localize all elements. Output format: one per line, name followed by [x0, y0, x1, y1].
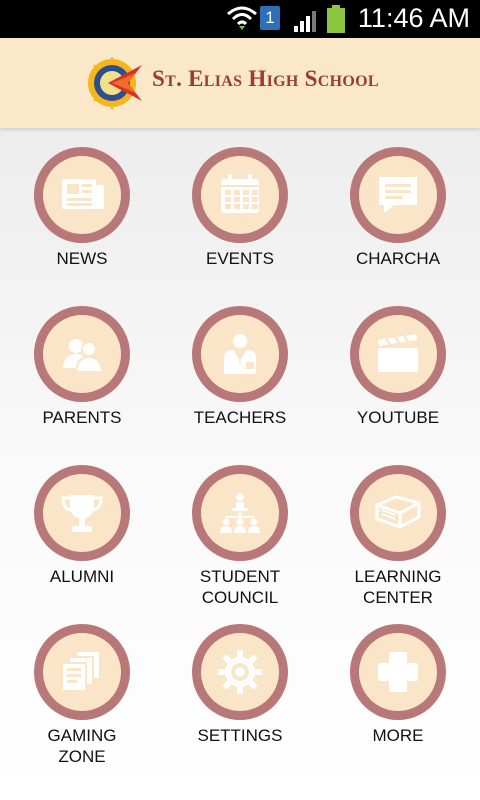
menu-tile-circle[interactable]	[350, 624, 446, 720]
menu-tile-circle[interactable]	[34, 624, 130, 720]
clock: 11:46 AM	[357, 3, 470, 33]
signal-icon	[294, 11, 316, 32]
menu-tile-circle[interactable]	[192, 465, 288, 561]
menu-tile-circle[interactable]	[192, 624, 288, 720]
menu-tile-circle[interactable]	[350, 147, 446, 243]
wifi-icon	[227, 6, 257, 30]
teacher-icon	[224, 334, 256, 374]
notification-count: 1	[265, 8, 275, 27]
menu-tile-circle-inner	[201, 156, 279, 234]
menu-tile-circle-inner	[201, 474, 279, 552]
menu-tile-label: SETTINGS	[197, 726, 283, 745]
chat-icon	[379, 177, 417, 213]
calendar-icon	[221, 174, 259, 213]
menu-tile-circle[interactable]	[350, 465, 446, 561]
menu-tile-circle-inner	[359, 474, 437, 552]
menu-tile-label: NEWS	[56, 249, 108, 268]
menu-tile-label: STUDENT COUNCIL	[199, 567, 281, 607]
menu-tile-circle[interactable]	[34, 306, 130, 402]
menu-tile-label: YOUTUBE	[356, 408, 440, 427]
menu-tile-circle-inner	[43, 474, 121, 552]
school-logo	[86, 55, 142, 111]
menu-tile-circle-inner	[359, 156, 437, 234]
documents-icon	[61, 650, 101, 692]
menu-tile-label: LEARNING CENTER	[354, 567, 442, 607]
menu-tile-circle-inner	[201, 315, 279, 393]
menu-tile-label: MORE	[372, 726, 424, 745]
council-icon	[220, 493, 260, 533]
menu-tile-label: GAMING ZONE	[47, 726, 117, 766]
school-name: St. Elias High School	[152, 66, 379, 91]
menu-tile-circle-inner	[43, 315, 121, 393]
clapperboard-icon	[378, 334, 418, 372]
book-icon	[375, 495, 421, 529]
menu-tile-label: ALUMNI	[49, 567, 115, 586]
menu-tile-label: TEACHERS	[193, 408, 287, 427]
menu-tile-label: EVENTS	[205, 249, 275, 268]
menu-tile-circle-inner	[359, 315, 437, 393]
newspaper-icon	[62, 179, 104, 209]
menu-tile-circle[interactable]	[192, 147, 288, 243]
plus-icon	[378, 652, 418, 692]
menu-tile-circle[interactable]	[34, 465, 130, 561]
menu-tile-circle[interactable]	[34, 147, 130, 243]
menu-tile-circle[interactable]	[192, 306, 288, 402]
sim-icon: 1	[260, 6, 280, 30]
battery-icon	[327, 5, 345, 33]
menu-tile-circle-inner	[43, 156, 121, 234]
menu-tile-circle-inner	[43, 633, 121, 711]
parents-icon	[63, 339, 104, 373]
menu-tile-circle-inner	[359, 633, 437, 711]
app-header: St. Elias High School	[0, 38, 480, 128]
menu-tile-label: PARENTS	[42, 408, 122, 427]
menu-tile-label: CHARCHA	[355, 249, 441, 268]
menu-tile-circle[interactable]	[350, 306, 446, 402]
status-bar: 1 11:46 AM	[0, 0, 480, 38]
trophy-icon	[61, 495, 103, 532]
menu-tile-circle-inner	[201, 633, 279, 711]
gear-icon	[218, 650, 262, 694]
